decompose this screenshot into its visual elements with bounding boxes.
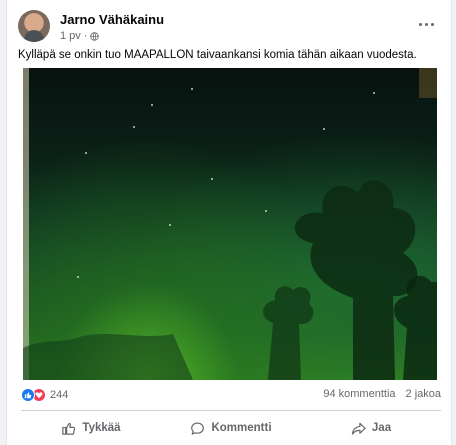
comment-button[interactable]: Kommentti <box>161 414 301 442</box>
thumbs-up-icon <box>62 422 76 435</box>
post-header: Jarno Vähäkainu 1 pv · <box>18 10 438 46</box>
like-button[interactable]: Tykkää <box>21 414 161 442</box>
comment-label: Kommentti <box>211 422 272 434</box>
author-name[interactable]: Jarno Vähäkainu <box>60 12 164 27</box>
like-reaction-icon <box>21 388 35 402</box>
meta-separator: · <box>83 30 88 42</box>
comment-icon <box>191 421 205 435</box>
reaction-count: 244 <box>50 389 69 401</box>
post-meta: 1 pv · <box>60 30 100 42</box>
share-count[interactable]: 2 jakoa <box>406 388 441 400</box>
action-bar: Tykkää Kommentti Jaa <box>21 414 441 442</box>
reactions-summary[interactable]: 244 <box>21 388 68 402</box>
engagement-counts: 94 kommenttia 2 jakoa <box>323 388 441 400</box>
share-label: Jaa <box>371 422 392 434</box>
globe-icon <box>90 31 100 41</box>
divider <box>21 410 441 411</box>
avatar[interactable] <box>18 10 50 42</box>
post-stats: 244 94 kommenttia 2 jakoa <box>21 388 441 406</box>
share-button[interactable]: Jaa <box>301 414 441 442</box>
post-text: Kylläpä se onkin tuo MAAPALLON taivaanka… <box>18 49 417 61</box>
post-time[interactable]: 1 pv <box>60 30 81 42</box>
tree-silhouettes <box>23 180 437 380</box>
post-card: Jarno Vähäkainu 1 pv · Kylläpä se onkin … <box>6 0 452 445</box>
share-icon <box>351 422 366 435</box>
post-photo[interactable] <box>23 68 437 380</box>
comment-count[interactable]: 94 kommenttia <box>323 388 395 400</box>
like-label: Tykkää <box>82 422 121 434</box>
more-options-icon[interactable] <box>414 14 438 34</box>
